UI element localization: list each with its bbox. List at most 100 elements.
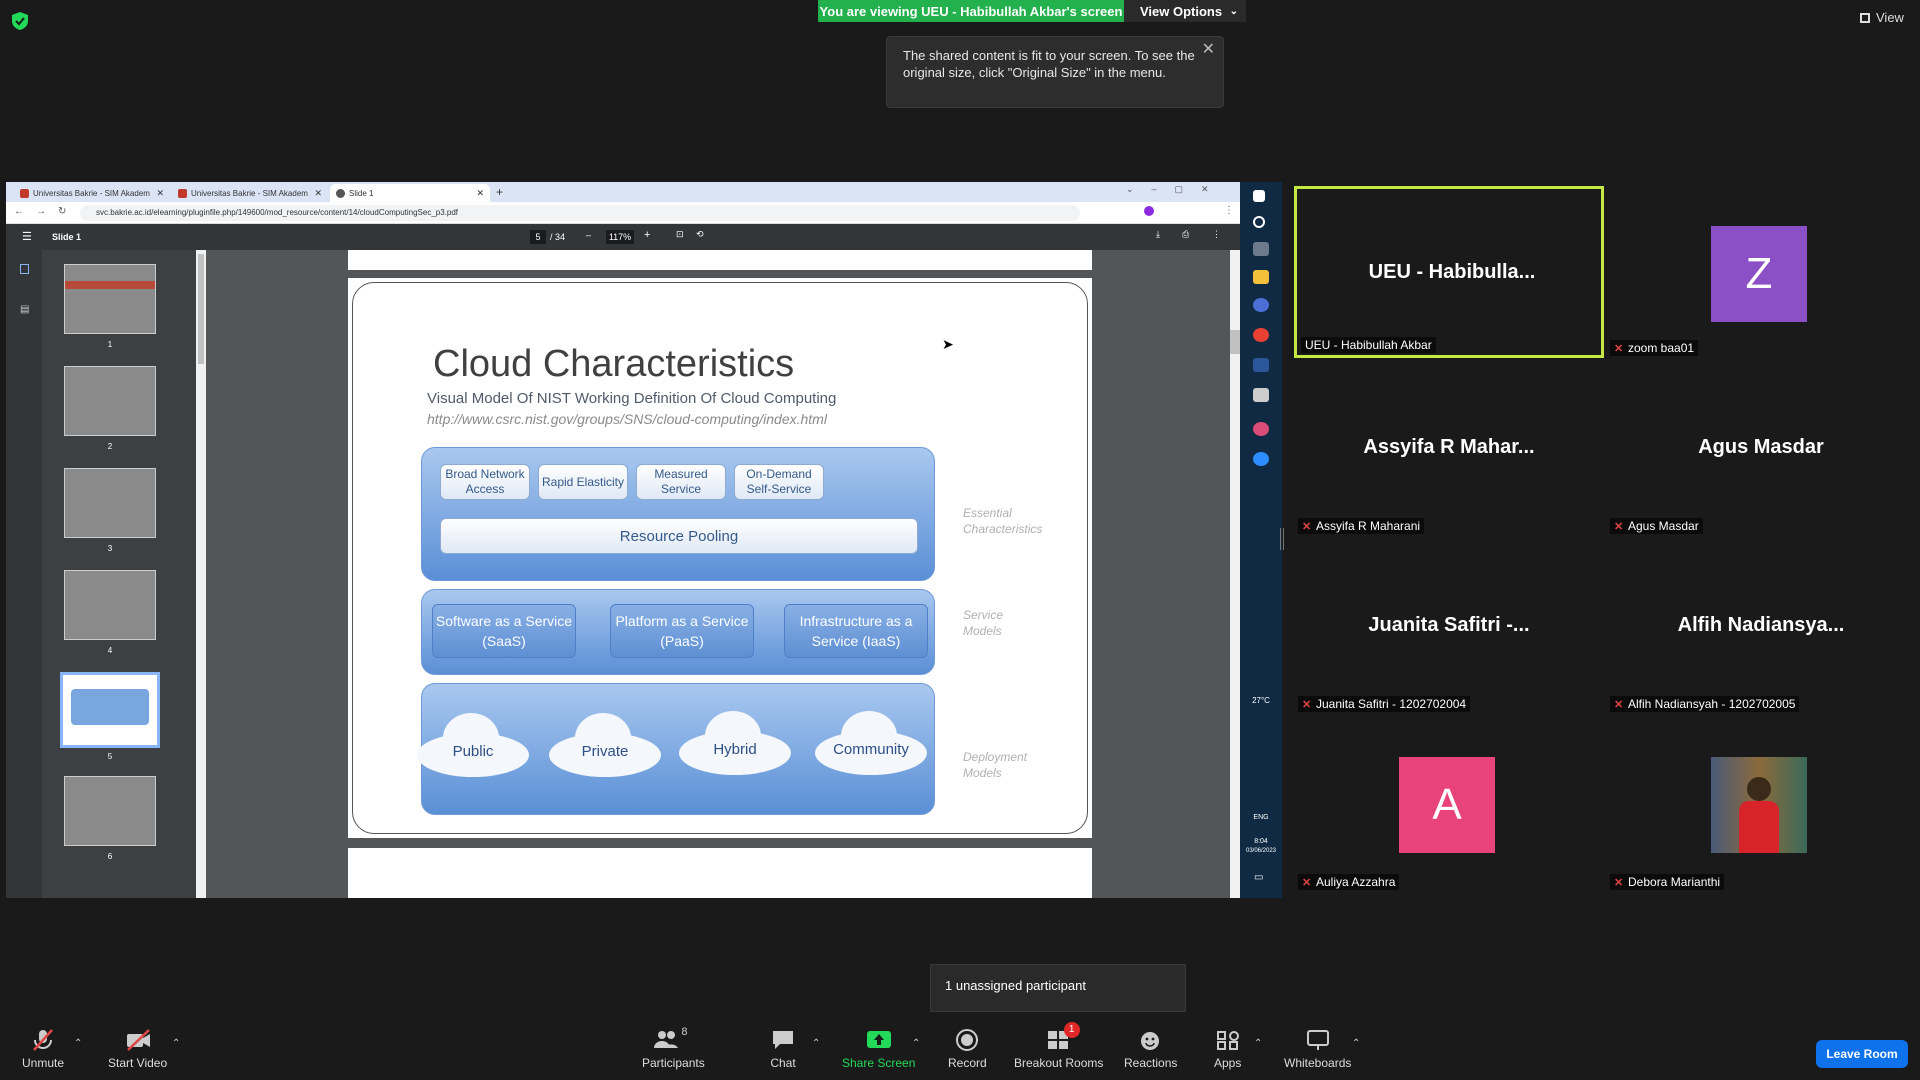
download-icon[interactable]: ⤓ — [1156, 229, 1160, 240]
hybrid-cloud-icon: Hybrid — [679, 711, 791, 775]
page-thumbnail[interactable] — [64, 570, 156, 640]
tab-title: Universitas Bakrie - SIM Akadem — [33, 188, 150, 198]
mic-muted-icon: ✕ — [1302, 521, 1312, 533]
participant-tile-active[interactable]: UEU - Habibulla... UEU - Habibullah Akba… — [1294, 186, 1604, 358]
weather-widget[interactable]: 27°C — [1246, 696, 1276, 705]
more-icon[interactable]: ⋮ — [1212, 229, 1221, 240]
share-screen-button[interactable]: Share Screen — [842, 1028, 915, 1070]
apps-button[interactable]: Apps — [1214, 1028, 1241, 1070]
file-explorer-icon[interactable] — [1253, 270, 1269, 284]
participants-button[interactable]: 8 Participants — [642, 1026, 705, 1070]
zoom-app-icon[interactable] — [1253, 452, 1269, 466]
rotate-icon[interactable]: ⟲ — [696, 229, 704, 240]
split-resize-handle[interactable] — [1280, 528, 1284, 550]
chevron-up-icon[interactable]: ⌃ — [1352, 1038, 1360, 1049]
url-input[interactable]: svc.bakrie.ac.id/elearning/pluginfile.ph… — [80, 205, 1080, 221]
shared-screen[interactable]: Universitas Bakrie - SIM Akadem ✕ Univer… — [6, 182, 1282, 898]
app-icon[interactable] — [1253, 298, 1269, 312]
zoom-in-icon[interactable]: + — [644, 229, 650, 241]
reload-icon[interactable]: ↻ — [58, 206, 66, 217]
chevron-up-icon[interactable]: ⌃ — [172, 1038, 180, 1049]
window-controls[interactable]: ⌄–▢✕ — [1126, 184, 1227, 195]
close-tab-icon[interactable]: ✕ — [476, 188, 484, 199]
chevron-up-icon[interactable]: ⌃ — [74, 1038, 82, 1049]
participant-tile[interactable]: A ✕ Auliya Azzahra — [1294, 720, 1604, 892]
reactions-button[interactable]: Reactions — [1124, 1028, 1177, 1070]
tooltip-text: The shared content is fit to your screen… — [903, 48, 1195, 80]
participant-display-name: Juanita Safitri -... — [1368, 614, 1530, 636]
clock-time[interactable]: 8:04 — [1244, 838, 1278, 845]
windows-start-icon[interactable] — [1253, 190, 1265, 202]
close-tab-icon[interactable]: ✕ — [314, 188, 322, 199]
start-video-button[interactable]: Start Video — [108, 1028, 167, 1070]
apps-icon — [1216, 1031, 1239, 1050]
security-shield-icon[interactable] — [12, 12, 28, 30]
close-tab-icon[interactable]: ✕ — [156, 188, 164, 199]
slide-url: http://www.csrc.nist.gov/groups/SNS/clou… — [427, 411, 827, 427]
chevron-up-icon[interactable]: ⌃ — [812, 1038, 820, 1049]
view-options-button[interactable]: View Options ⌄ — [1124, 0, 1246, 22]
task-view-icon[interactable] — [1253, 242, 1269, 256]
page-thumbnail[interactable] — [64, 776, 156, 846]
breakout-rooms-button[interactable]: 1 Breakout Rooms — [1014, 1022, 1103, 1070]
page-thumbnail[interactable] — [64, 264, 156, 334]
notifications-icon[interactable]: ▭ — [1254, 872, 1263, 883]
chevron-up-icon[interactable]: ⌃ — [1254, 1038, 1262, 1049]
thumbnail-scrollbar[interactable] — [196, 250, 206, 898]
word-icon[interactable] — [1253, 358, 1269, 372]
participant-tile[interactable]: Assyifa R Mahar... ✕ Assyifa R Maharani — [1294, 364, 1604, 536]
more-icon[interactable]: ⋮ — [1224, 205, 1234, 216]
participant-tile[interactable]: Juanita Safitri -... ✕ Juanita Safitri - … — [1294, 542, 1604, 714]
participant-tile[interactable]: Agus Masdar ✕ Agus Masdar — [1606, 364, 1916, 536]
page-thumbnail[interactable] — [64, 468, 156, 538]
back-icon[interactable]: ← — [14, 206, 24, 217]
record-button[interactable]: Record — [948, 1028, 987, 1070]
close-icon[interactable]: ✕ — [1202, 41, 1215, 58]
pdf-page-viewer[interactable]: Cloud Characteristics Visual Model Of NI… — [206, 250, 1230, 898]
thumbnails-view-icon[interactable] — [20, 264, 29, 274]
menu-icon[interactable]: ☰ — [22, 230, 32, 243]
record-icon — [956, 1029, 979, 1051]
service-model-pill: Software as a Service (SaaS) — [432, 604, 576, 658]
university-favicon-icon — [20, 188, 29, 198]
search-icon[interactable] — [1253, 216, 1265, 228]
unassigned-participant-popup[interactable]: 1 unassigned participant — [930, 964, 1186, 1012]
page-thumbnail[interactable] — [64, 366, 156, 436]
chrome-icon[interactable] — [1253, 328, 1269, 342]
browser-tab-active[interactable]: Slide 1 ✕ — [330, 184, 490, 202]
app-icon[interactable] — [1253, 388, 1269, 402]
new-tab-icon[interactable]: + — [496, 185, 503, 199]
chevron-up-icon[interactable]: ⌃ — [912, 1038, 920, 1049]
language-indicator[interactable]: ENG — [1246, 814, 1276, 821]
unmute-button[interactable]: Unmute — [22, 1028, 64, 1070]
zoom-level-input[interactable]: 117% — [606, 230, 634, 244]
leave-room-button[interactable]: Leave Room — [1816, 1040, 1908, 1068]
participant-name: Debora Marianthi — [1628, 875, 1721, 889]
participant-tile[interactable]: Alfih Nadiansya... ✕ Alfih Nadiansyah - 1… — [1606, 542, 1916, 714]
reactions-label: Reactions — [1124, 1056, 1178, 1070]
clock-date[interactable]: 03/06/2023 — [1240, 848, 1282, 854]
print-icon[interactable]: ⎙ — [1182, 229, 1189, 240]
whiteboards-button[interactable]: Whiteboards — [1284, 1028, 1351, 1070]
zoom-out-icon[interactable]: – — [586, 230, 591, 240]
profile-photo — [1711, 757, 1807, 853]
whiteboard-icon — [1306, 1030, 1329, 1050]
fit-page-icon[interactable]: ⊡ — [676, 229, 684, 240]
service-label: Service Models — [963, 608, 1004, 638]
page-number-input[interactable]: 5 — [530, 230, 546, 244]
page-thumbnail-selected[interactable] — [60, 672, 160, 748]
forward-icon[interactable]: → — [36, 206, 46, 217]
windows-taskbar: 27°C ENG 8:04 03/06/2023 ▭ — [1240, 182, 1282, 898]
participant-tile[interactable]: ✕ Debora Marianthi — [1606, 720, 1916, 892]
participant-tile[interactable]: Z ✕ zoom baa01 — [1606, 186, 1916, 358]
browser-tab[interactable]: Universitas Bakrie - SIM Akadem ✕ — [14, 184, 170, 202]
chrome-profile-icon[interactable] — [1253, 422, 1269, 436]
viewer-scrollbar[interactable] — [1230, 250, 1240, 898]
outline-view-icon[interactable]: ▤ — [20, 304, 29, 315]
view-button[interactable]: View — [1860, 10, 1904, 25]
chat-button[interactable]: Chat — [770, 1028, 796, 1070]
browser-tab[interactable]: Universitas Bakrie - SIM Akadem ✕ — [172, 184, 328, 202]
tab-title: Slide 1 — [349, 188, 374, 198]
profile-avatar[interactable] — [1144, 206, 1154, 216]
chevron-down-icon: ⌄ — [1229, 5, 1238, 17]
